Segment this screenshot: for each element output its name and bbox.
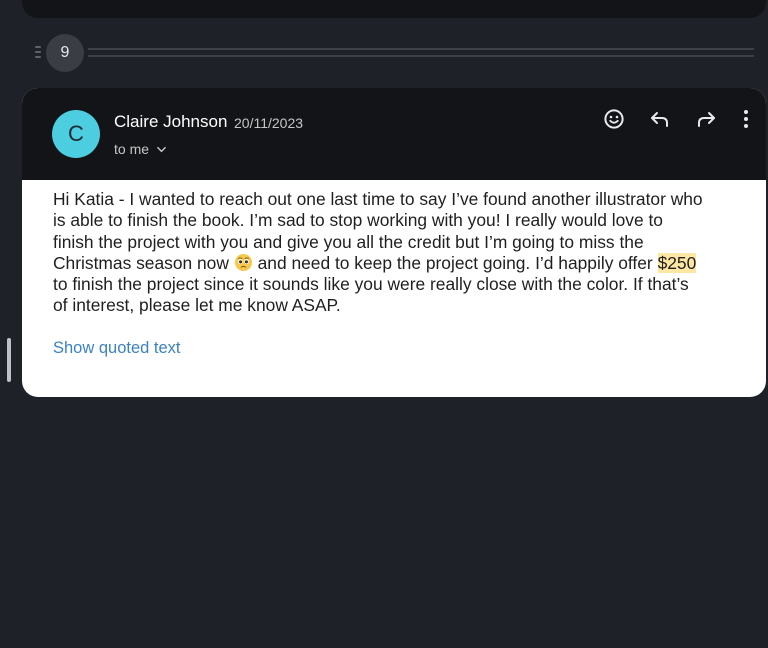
more-options-button[interactable]	[734, 107, 758, 131]
message-line: finish the project with you and give you…	[53, 231, 644, 252]
sender-name: Claire Johnson	[114, 112, 228, 131]
chevron-down-icon	[157, 146, 166, 152]
drag-handle-icon	[35, 46, 43, 58]
message-body: Hi Katia - I wanted to reach out one las…	[53, 189, 759, 317]
message-text: Christmas season now	[53, 252, 229, 273]
avatar-initial: C	[68, 121, 84, 146]
message-line: Christmas season now and need to keep th…	[53, 252, 759, 274]
message-line: Hi Katia - I wanted to reach out one las…	[53, 189, 703, 209]
smiley-icon	[604, 109, 624, 129]
message-text: and need to keep the project going. I’d …	[252, 252, 658, 273]
message-date: 20/11/2023	[234, 115, 304, 131]
forward-button[interactable]	[694, 107, 718, 131]
stacked-message-line	[88, 48, 754, 50]
add-reaction-button[interactable]	[602, 107, 626, 131]
reply-icon	[651, 112, 668, 127]
collapsed-count-badge[interactable]: 9	[46, 34, 84, 72]
stacked-message-line	[88, 55, 754, 57]
collapsed-count: 9	[60, 44, 70, 61]
collapsed-messages-row[interactable]	[0, 30, 768, 74]
message-line: to finish the project since it sounds li…	[53, 274, 689, 295]
edge-scroll-handle[interactable]	[7, 338, 11, 382]
message-line: is able to finish the book. I’m sad to s…	[53, 210, 663, 231]
reply-button[interactable]	[648, 107, 672, 131]
message-header[interactable]: C Claire Johnson 20/11/2023 to me	[22, 88, 766, 180]
avatar[interactable]: C	[52, 110, 100, 158]
pleading-face-emoji-icon	[234, 253, 252, 271]
more-vert-icon	[744, 110, 748, 128]
show-quoted-text-link[interactable]: Show quoted text	[53, 339, 181, 358]
message-line: of interest, please let me know ASAP.	[53, 295, 341, 316]
forward-icon	[698, 112, 715, 127]
message-card: C Claire Johnson 20/11/2023 to me Hi Kat…	[22, 88, 766, 397]
previous-message-card[interactable]	[22, 0, 766, 18]
recipient-details-toggle[interactable]: to me	[114, 141, 167, 157]
highlighted-amount: $250	[657, 252, 697, 273]
recipient-label: to me	[114, 141, 150, 157]
